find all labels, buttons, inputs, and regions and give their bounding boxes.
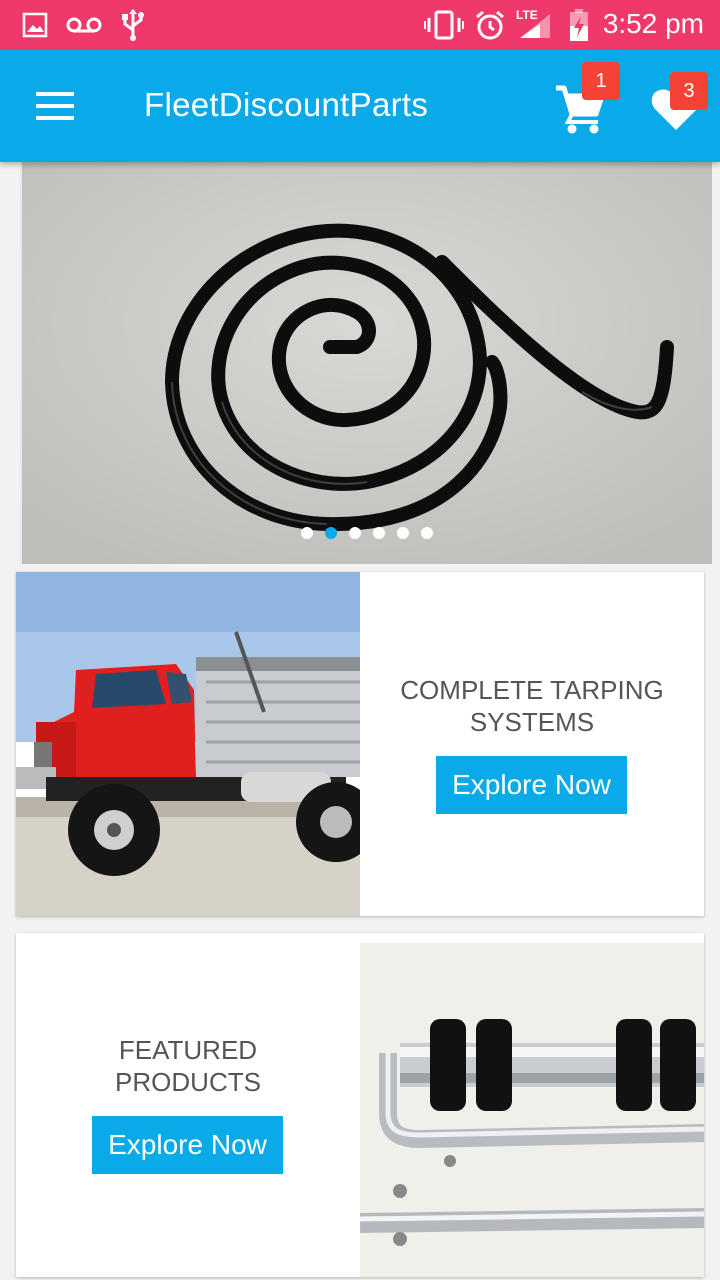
hamburger-menu-icon	[36, 92, 74, 120]
carousel-dot-active[interactable]	[325, 527, 337, 539]
clock: 3:52 pm	[602, 8, 704, 39]
explore-featured-button[interactable]: Explore Now	[92, 1116, 283, 1174]
tarping-systems-panel: COMPLETE TARPING SYSTEMS Explore Now	[360, 572, 704, 916]
signal-icon	[520, 14, 550, 38]
carousel-dot[interactable]	[397, 527, 409, 539]
cart-count-badge: 1	[582, 62, 620, 100]
card-title-line2: PRODUCTS	[115, 1067, 261, 1097]
status-bar: LTE 3:52 pm	[0, 0, 720, 50]
carousel-dot[interactable]	[349, 527, 361, 539]
voicemail-icon	[66, 17, 102, 33]
card-title-line1: COMPLETE TARPING	[400, 675, 664, 705]
battery-charging-icon	[570, 9, 588, 41]
carousel-indicators	[22, 526, 712, 544]
image-icon	[22, 12, 48, 38]
usb-icon	[122, 9, 144, 41]
dump-truck-image[interactable]	[16, 572, 376, 916]
app-title: FleetDiscountParts	[144, 86, 429, 123]
wishlist-count-badge: 3	[670, 72, 708, 110]
featured-products-card: FEATURED PRODUCTS Explore Now	[16, 933, 704, 1277]
card-title-line1: FEATURED	[118, 1035, 258, 1065]
hero-carousel[interactable]	[20, 162, 712, 564]
carousel-dot[interactable]	[301, 527, 313, 539]
featured-products-panel: FEATURED PRODUCTS Explore Now	[16, 933, 360, 1277]
menu-button[interactable]	[24, 80, 88, 132]
carousel-dot[interactable]	[421, 527, 433, 539]
card-title-line2: SYSTEMS	[469, 707, 595, 737]
coiled-spring-image	[22, 162, 712, 564]
vibrate-icon	[424, 10, 464, 40]
alarm-icon	[476, 10, 504, 40]
tarping-systems-card: COMPLETE TARPING SYSTEMS Explore Now	[16, 572, 704, 916]
explore-tarping-button[interactable]: Explore Now	[436, 756, 627, 814]
carousel-dot[interactable]	[373, 527, 385, 539]
tarp-roller-parts-image[interactable]	[359, 933, 704, 1277]
